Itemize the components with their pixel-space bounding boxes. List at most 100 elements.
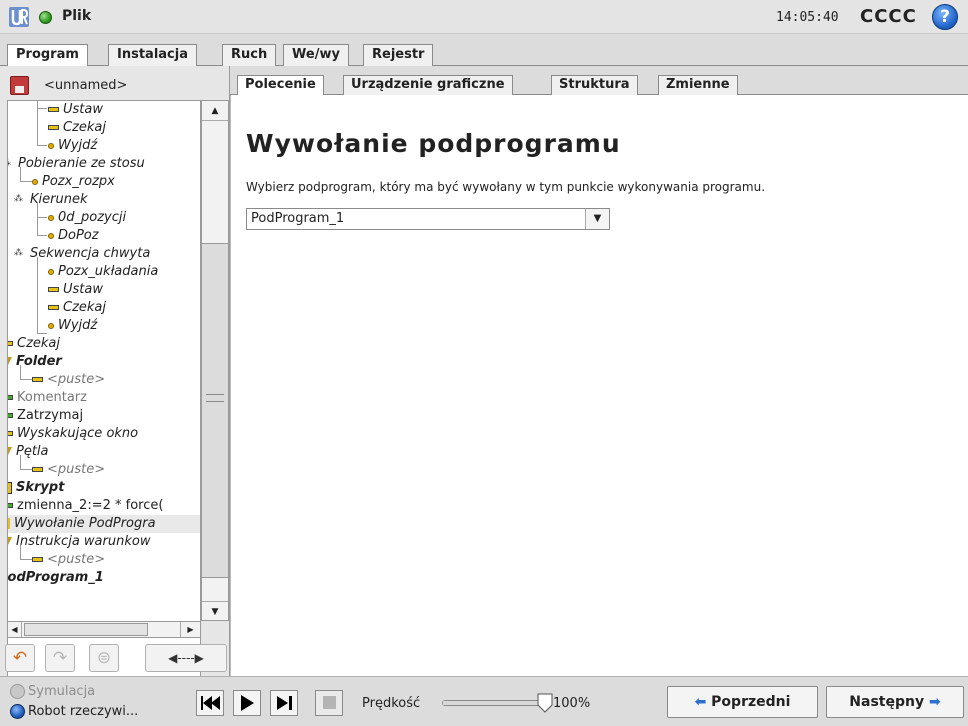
tree-node-direction[interactable]: Kierunek	[14, 191, 87, 209]
speed-slider[interactable]	[442, 700, 546, 706]
bottom-bar: Symulacja Robot rzeczywi... Prędkość 100…	[0, 676, 968, 726]
scroll-left-icon[interactable]: ◀	[8, 622, 22, 637]
tree-node-subprogram[interactable]: PodProgram_1	[8, 569, 104, 587]
scroll-thumb[interactable]	[24, 623, 148, 636]
previous-button[interactable]: ⬅ Poprzedni	[667, 686, 818, 718]
tab-move[interactable]: Ruch	[222, 44, 277, 66]
tree-connector	[37, 257, 47, 334]
tree-node-script[interactable]: Skrypt	[8, 479, 64, 497]
simulation-radio[interactable]: Symulacja	[10, 684, 95, 699]
waypoint-icon	[32, 178, 38, 185]
move-node-button[interactable]: ◀----▶	[145, 644, 227, 672]
radio-icon	[10, 684, 25, 699]
tree-node-grip-sequence[interactable]: Sekwencja chwyta	[14, 245, 150, 263]
tab-log[interactable]: Rejestr	[363, 44, 434, 66]
tree-connector	[20, 545, 32, 560]
play-button[interactable]	[233, 690, 261, 716]
halt-icon	[8, 413, 13, 418]
tab-command[interactable]: Polecenie	[237, 75, 324, 96]
tree-node-halt[interactable]: Zatrzymaj	[8, 407, 83, 425]
waypoint-icon	[48, 232, 54, 239]
real-robot-radio[interactable]: Robot rzeczywi...	[10, 704, 138, 719]
tree-node-assignment[interactable]: zmienna_2:=2 * force(	[8, 497, 163, 515]
tree-node-placing-pos[interactable]: Pozx_układania	[48, 263, 158, 281]
tree-node-exit[interactable]: Wyjdź	[48, 137, 97, 155]
tree-connector	[20, 167, 32, 182]
speed-slider-fill	[443, 701, 545, 705]
tree-node-from-position[interactable]: 0d_pozycji	[48, 209, 126, 227]
tree-node-call-subprogram[interactable]: Wywołanie PodProgra	[8, 515, 200, 533]
program-tree[interactable]: Ustaw Czekaj Wyjdź Pobieranie ze stosu P…	[7, 100, 201, 686]
tree-node-to-position[interactable]: DoPoz	[48, 227, 99, 245]
main-tabs: Program Instalacja Ruch We/wy Rejestr	[0, 44, 968, 67]
waypoint-icon	[48, 214, 54, 221]
tab-graphics[interactable]: Urządzenie graficzne	[343, 75, 513, 95]
command-description: Wybierz podprogram, który ma być wywołan…	[246, 180, 766, 194]
tree-node-comment[interactable]: Komentarz	[8, 389, 87, 407]
rewind-button[interactable]	[196, 690, 224, 716]
tree-horizontal-scrollbar[interactable]: ◀ ▶	[7, 621, 201, 638]
step-forward-button[interactable]	[270, 690, 298, 716]
script-icon	[8, 481, 12, 494]
scroll-thumb[interactable]	[202, 243, 228, 578]
chevron-down-icon[interactable]: ▼	[585, 209, 609, 229]
waypoint-icon	[48, 268, 54, 275]
save-icon[interactable]	[10, 76, 29, 95]
sub-tabs: Polecenie Urządzenie graficzne Struktura…	[230, 75, 968, 96]
robot-name: CCCC	[860, 6, 917, 27]
scroll-up-icon[interactable]: ▲	[202, 101, 228, 121]
step-icon[interactable]: ⊜	[89, 644, 119, 672]
empty-icon	[32, 467, 43, 472]
next-button[interactable]: Następny ➡	[826, 686, 964, 718]
sequence-icon	[8, 159, 14, 169]
tree-connector	[37, 109, 47, 146]
tree-vertical-scrollbar[interactable]: ▲ ▼	[201, 100, 229, 621]
tree-node-set[interactable]: Ustaw	[48, 101, 103, 119]
program-header: <unnamed>	[0, 76, 230, 98]
popup-icon	[8, 431, 13, 436]
tree-node-empty[interactable]: <puste>	[32, 461, 105, 479]
program-tree-panel: <unnamed> Ustaw Czekaj Wyjdź Pobieranie …	[0, 66, 230, 686]
tab-installation[interactable]: Instalacja	[108, 44, 197, 66]
play-icon	[241, 695, 254, 711]
tree-node-empty[interactable]: <puste>	[32, 371, 105, 389]
speed-value: 100%	[553, 696, 591, 711]
help-icon[interactable]: ?	[932, 4, 958, 30]
file-menu[interactable]: Plik	[62, 8, 91, 24]
tree-node-set[interactable]: Ustaw	[48, 281, 103, 299]
undo-icon[interactable]: ↶	[5, 644, 35, 672]
tree-node-wait[interactable]: Czekaj	[48, 119, 106, 137]
wait-icon	[48, 305, 59, 310]
subprogram-select[interactable]: PodProgram_1 ▼	[246, 208, 610, 230]
robot-status-icon	[39, 11, 52, 24]
tree-node-wait[interactable]: Czekaj	[8, 335, 60, 353]
tree-node-folder[interactable]: Folder	[8, 353, 62, 371]
tree-node-popup[interactable]: Wyskakujące okno	[8, 425, 138, 443]
speed-label: Prędkość	[362, 696, 421, 711]
tab-io[interactable]: We/wy	[283, 44, 349, 66]
page-title: Wywołanie podprogramu	[246, 129, 621, 158]
tree-node-empty[interactable]: <puste>	[32, 551, 105, 569]
waypoint-icon	[48, 142, 54, 149]
scroll-down-icon[interactable]: ▼	[202, 601, 228, 621]
scroll-right-icon[interactable]: ▶	[180, 622, 200, 637]
stop-button[interactable]	[315, 690, 343, 716]
conditional-icon	[8, 536, 12, 547]
subprogram-select-value: PodProgram_1	[251, 211, 345, 226]
comment-icon	[8, 395, 13, 400]
empty-icon	[32, 377, 43, 382]
tab-structure[interactable]: Struktura	[551, 75, 638, 95]
speed-slider-thumb[interactable]	[537, 693, 553, 713]
direction-icon	[14, 195, 26, 205]
tree-node-wait[interactable]: Czekaj	[48, 299, 106, 317]
tree-toolbar: ↶ ↷ ⊜ ◀----▶	[5, 644, 228, 676]
set-icon	[48, 287, 59, 292]
sequence-icon	[14, 249, 26, 259]
tab-program[interactable]: Program	[7, 44, 88, 67]
tree-node-waypoint[interactable]: Pozx_rozpx	[32, 173, 115, 191]
redo-icon[interactable]: ↷	[45, 644, 75, 672]
tab-variables[interactable]: Zmienne	[658, 75, 738, 95]
arrow-left-icon: ⬅	[694, 694, 707, 710]
set-icon	[48, 107, 59, 112]
tree-node-exit[interactable]: Wyjdź	[48, 317, 97, 335]
